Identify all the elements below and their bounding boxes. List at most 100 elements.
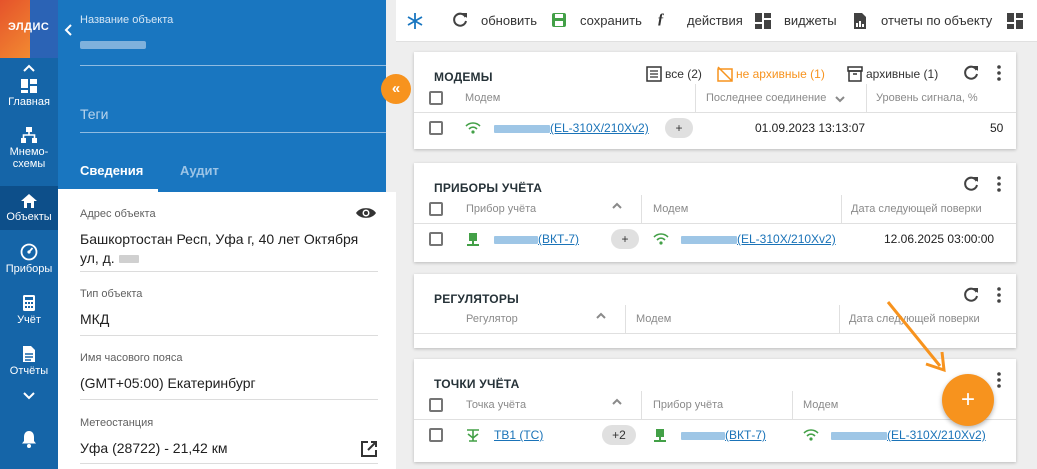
points-title: ТОЧКИ УЧЁТА (434, 377, 520, 391)
col-separator (792, 391, 793, 419)
snowflake-icon[interactable] (406, 12, 424, 30)
sort-up-icon[interactable] (595, 312, 607, 320)
address-value-line1: Башкортостан Респ, Уфа г, 40 лет Октября (80, 231, 359, 247)
device-link[interactable]: (ВКТ-7) (681, 428, 766, 442)
add-fab-button[interactable]: + (942, 374, 994, 426)
row-checkbox[interactable] (429, 232, 443, 246)
col-device[interactable]: Прибор учёта (466, 203, 536, 215)
card-refresh-icon[interactable] (963, 287, 979, 303)
device-name-redacted (494, 235, 538, 244)
tags-input[interactable]: Теги (80, 106, 108, 122)
col-regulator[interactable]: Регулятор (466, 313, 518, 325)
nav-item-home[interactable]: Главная (0, 78, 58, 108)
open-external-icon[interactable] (360, 440, 378, 458)
weather-divider (80, 463, 378, 464)
nav-label-objects: Объекты (6, 211, 52, 223)
logo-text: ЭЛДИС (8, 21, 50, 33)
device-link-text: (ВКТ-7) (538, 232, 579, 246)
wifi-icon (803, 429, 819, 441)
hierarchy-icon (21, 127, 37, 143)
device-link[interactable]: (ВКТ-7) (494, 232, 579, 246)
col-modem[interactable]: Модем (803, 399, 838, 411)
point-link[interactable]: ТВ1 (ТС) (494, 428, 543, 442)
header-divider (414, 419, 1016, 420)
modems-title: МОДЕМЫ (434, 70, 493, 84)
grid-view-icon[interactable] (1006, 12, 1024, 30)
nav-item-accounting[interactable]: Учёт (0, 294, 58, 326)
col-modem[interactable]: Модем (465, 92, 500, 104)
nav-label-mnemo-2: схемы (12, 158, 46, 170)
nav-scroll-up-icon[interactable] (21, 63, 37, 73)
eye-icon[interactable] (355, 206, 377, 220)
nav-item-objects[interactable]: Объекты (0, 193, 58, 223)
sort-up-icon[interactable] (611, 202, 623, 210)
sort-down-icon[interactable] (834, 95, 846, 103)
nav-rail: ЭЛДИС Главная Мнемо- схемы Объекты Прибо… (0, 0, 58, 469)
collapse-panel-button[interactable]: « (381, 74, 411, 104)
object-name-underline (80, 65, 386, 66)
select-all-checkbox[interactable] (429, 91, 443, 105)
meters-card: ПРИБОРЫ УЧЁТА Прибор учёта Модем Дата сл… (414, 163, 1016, 262)
object-name-label: Название объекта (80, 14, 174, 26)
more-menu-icon[interactable] (997, 176, 1001, 192)
wifi-icon (653, 233, 669, 245)
function-icon: ƒ (657, 11, 665, 27)
nav-item-mnemo[interactable]: Мнемо- схемы (0, 126, 58, 170)
nav-item-reports[interactable]: Отчёты (0, 345, 58, 377)
actions-button[interactable]: действия (687, 13, 743, 28)
nav-label-reports: Отчёты (9, 365, 49, 377)
signal-value: 50 (990, 121, 1004, 135)
col-modem[interactable]: Модем (636, 313, 671, 325)
more-chip[interactable]: +2 (602, 425, 636, 445)
col-modem[interactable]: Модем (653, 203, 688, 215)
logo[interactable]: ЭЛДИС (0, 0, 58, 58)
meter-icon (654, 429, 666, 442)
modem-link[interactable]: (EL-310X/210Xv2) (494, 121, 649, 135)
device-link-text: (ВКТ-7) (725, 428, 766, 442)
row-checkbox[interactable] (429, 121, 443, 135)
weather-value: Уфа (28722) - 21,42 км (80, 440, 228, 456)
tab-info[interactable]: Сведения (80, 163, 143, 178)
timezone-label: Имя часового пояса (80, 352, 183, 364)
sort-up-icon[interactable] (611, 398, 623, 406)
meter-icon (467, 233, 479, 246)
filter-archived[interactable]: архивные (1) (866, 67, 938, 81)
card-refresh-icon[interactable] (963, 65, 979, 81)
filter-all[interactable]: все (2) (665, 67, 702, 81)
next-verification-value: 12.06.2025 03:00:00 (884, 232, 995, 246)
modem-link[interactable]: (EL-310X/210Xv2) (681, 232, 836, 246)
filter-not-archived[interactable]: не архивные (1) (736, 67, 825, 81)
add-chip[interactable]: + (665, 118, 693, 138)
regulators-title: РЕГУЛЯТОРЫ (434, 292, 519, 306)
save-button[interactable]: сохранить (580, 13, 642, 28)
col-device[interactable]: Прибор учёта (653, 399, 723, 411)
col-signal[interactable]: Уровень сигнала, % (876, 92, 978, 104)
add-chip[interactable]: + (611, 229, 639, 249)
col-next-verification[interactable]: Дата следующей поверки (851, 203, 982, 215)
nav-scroll-down-icon[interactable] (21, 391, 37, 401)
timezone-divider (80, 399, 378, 400)
metering-point-icon (467, 429, 479, 442)
nav-label-accounting: Учёт (17, 314, 41, 326)
widgets-button[interactable]: виджеты (784, 13, 837, 28)
select-all-checkbox[interactable] (429, 202, 443, 216)
more-menu-icon[interactable] (997, 287, 1001, 303)
address-line2-text: ул, д. (80, 250, 115, 266)
card-refresh-icon[interactable] (963, 176, 979, 192)
panel-back-icon[interactable] (64, 24, 74, 36)
widgets-icon (755, 13, 771, 29)
more-menu-icon[interactable] (997, 65, 1001, 81)
select-all-checkbox[interactable] (429, 398, 443, 412)
col-last-connection[interactable]: Последнее соединение (706, 92, 826, 104)
col-point[interactable]: Точка учёта (466, 399, 526, 411)
modem-link[interactable]: (EL-310X/210Xv2) (831, 428, 986, 442)
reports-button[interactable]: отчеты по объекту (881, 13, 992, 28)
object-name-value-redacted[interactable] (80, 41, 146, 49)
report-icon (854, 13, 866, 29)
more-menu-icon[interactable] (997, 372, 1001, 388)
refresh-button[interactable]: обновить (481, 13, 537, 28)
row-checkbox[interactable] (429, 428, 443, 442)
tab-audit[interactable]: Аудит (180, 163, 219, 178)
nav-item-devices[interactable]: Приборы (0, 243, 58, 275)
bell-icon[interactable] (21, 430, 37, 448)
